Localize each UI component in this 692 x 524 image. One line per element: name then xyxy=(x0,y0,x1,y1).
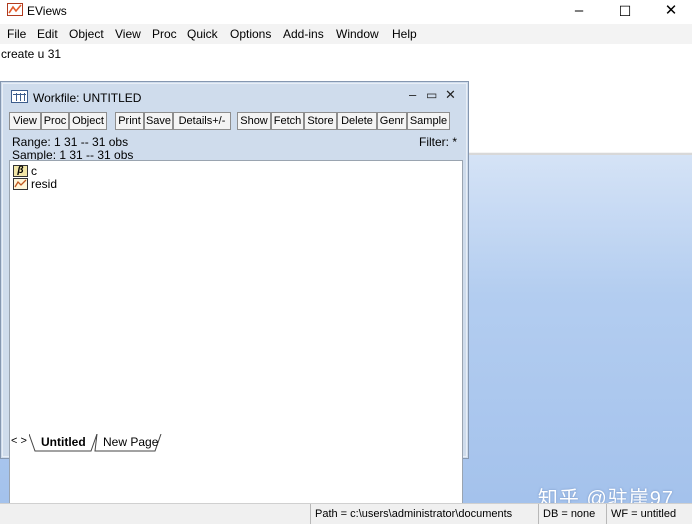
toolbar-print-button[interactable]: Print xyxy=(115,112,144,130)
workfile-object-list[interactable]: β c resid xyxy=(9,160,463,515)
menu-add-ins[interactable]: Add-ins xyxy=(283,27,324,41)
object-name: resid xyxy=(31,177,58,191)
toolbar-object-button[interactable]: Object xyxy=(69,112,107,130)
status-db: DB = none xyxy=(538,504,606,524)
toolbar-genr-button[interactable]: Genr xyxy=(377,112,407,130)
status-bar: Path = c:\users\administrator\documents … xyxy=(0,503,692,524)
toolbar-save-button[interactable]: Save xyxy=(144,112,173,130)
toolbar-show-button[interactable]: Show xyxy=(237,112,271,130)
menu-options[interactable]: Options xyxy=(230,27,271,41)
maximize-button[interactable]: ☐ xyxy=(602,0,648,24)
toolbar-view-button[interactable]: View xyxy=(9,112,41,130)
workfile-icon xyxy=(11,90,28,103)
menu-window[interactable]: Window xyxy=(336,27,379,41)
menu-edit[interactable]: Edit xyxy=(37,27,58,41)
status-wf: WF = untitled xyxy=(606,504,692,524)
workfile-title: Workfile: UNTITLED xyxy=(33,91,142,105)
workfile-maximize-button[interactable]: ▭ xyxy=(426,88,437,102)
toolbar-delete-button[interactable]: Delete xyxy=(337,112,377,130)
tab-new-page[interactable]: New Page xyxy=(97,434,164,451)
status-path: Path = c:\users\administrator\documents xyxy=(310,504,538,524)
menu-file[interactable]: File xyxy=(7,27,26,41)
workfile-window[interactable]: Workfile: UNTITLED – ▭ ✕ View Proc Objec… xyxy=(0,81,469,515)
close-button[interactable]: ✕ xyxy=(648,0,692,24)
menu-help[interactable]: Help xyxy=(392,27,417,41)
eviews-logo-icon xyxy=(7,3,23,16)
object-name: c xyxy=(31,164,37,178)
command-text: create u 31 xyxy=(1,47,62,61)
toolbar-fetch-button[interactable]: Fetch xyxy=(271,112,304,130)
app-title: EViews xyxy=(27,4,67,18)
menu-bar: File Edit Object View Proc Quick Options… xyxy=(0,24,692,44)
menu-object[interactable]: Object xyxy=(69,27,104,41)
range-text: Range: 1 31 -- 31 obs xyxy=(12,135,129,149)
page-tab-bar: < > Untitled New Page xyxy=(9,434,463,452)
tab-nav-arrows[interactable]: < > xyxy=(11,435,27,447)
menu-proc[interactable]: Proc xyxy=(152,27,177,41)
tab-untitled[interactable]: Untitled xyxy=(35,434,92,451)
workfile-close-button[interactable]: ✕ xyxy=(445,87,456,103)
minimize-button[interactable]: – xyxy=(556,0,602,24)
workfile-minimize-button[interactable]: – xyxy=(409,87,416,102)
toolbar-sample-button[interactable]: Sample xyxy=(407,112,450,130)
toolbar-proc-button[interactable]: Proc xyxy=(41,112,69,130)
series-icon xyxy=(13,178,28,190)
toolbar-store-button[interactable]: Store xyxy=(304,112,337,130)
coefficient-icon: β xyxy=(13,165,28,177)
menu-quick[interactable]: Quick xyxy=(187,27,218,41)
menu-view[interactable]: View xyxy=(115,27,141,41)
toolbar-details-button[interactable]: Details+/- xyxy=(173,112,231,130)
app-title-bar[interactable]: EViews – ☐ ✕ xyxy=(0,0,692,24)
filter-text: Filter: * xyxy=(419,135,458,149)
